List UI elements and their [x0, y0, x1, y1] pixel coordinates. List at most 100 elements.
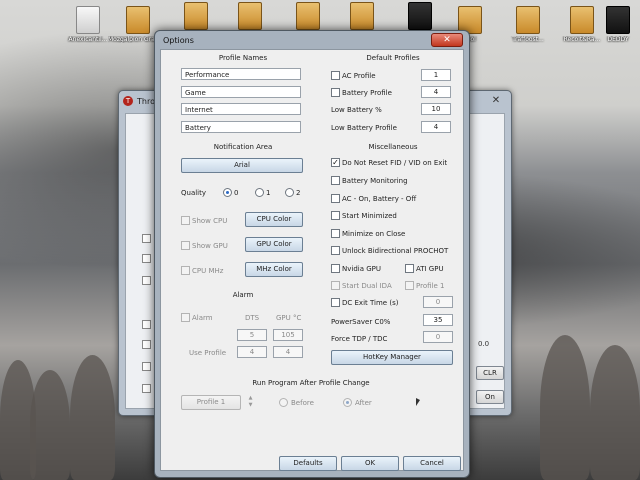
ac-profile-label: AC Profile	[342, 72, 376, 80]
dts-column-label: DTS	[245, 314, 260, 322]
checkbox[interactable]	[142, 384, 151, 393]
start-dual-ida-checkbox[interactable]	[331, 281, 340, 290]
low-battery-profile-label: Low Battery Profile	[331, 124, 397, 132]
document-icon	[76, 6, 100, 34]
powersaver-value[interactable]: 35	[423, 314, 453, 326]
start-minimized-checkbox[interactable]	[331, 211, 340, 220]
battery-profile-label: Battery Profile	[342, 89, 392, 97]
close-icon[interactable]: ✕	[431, 33, 463, 47]
use-profile-gpu-value[interactable]: 4	[273, 346, 303, 358]
cpu-mhz-label: CPU MHz	[192, 267, 224, 275]
miscellaneous-header: Miscellaneous	[368, 143, 418, 151]
ac-on-battery-off-label: AC - On, Battery - Off	[342, 195, 417, 203]
checkbox[interactable]	[142, 234, 151, 243]
clr-button[interactable]: CLR	[476, 366, 504, 380]
throttlestop-app-icon: T	[123, 96, 133, 106]
profile-name-field[interactable]: Performance	[181, 68, 301, 80]
wallpaper-figure	[540, 335, 590, 480]
folder-icon	[296, 2, 320, 30]
low-battery-percent-value[interactable]: 10	[421, 103, 451, 115]
checkbox[interactable]	[142, 320, 151, 329]
font-button[interactable]: Arial	[181, 158, 303, 173]
dialog-client-area: Profile Names Performance Game Internet …	[160, 49, 464, 471]
battery-monitoring-checkbox[interactable]	[331, 176, 340, 185]
mouse-cursor-icon	[416, 398, 420, 406]
run-program-profile-button[interactable]: Profile 1	[181, 395, 241, 410]
minimize-on-close-label: Minimize on Close	[342, 230, 406, 238]
profile-names-header: Profile Names	[218, 54, 268, 62]
low-battery-profile-value[interactable]: 4	[421, 121, 451, 133]
cpu-mhz-checkbox[interactable]	[181, 266, 190, 275]
unlock-prochot-label: Unlock Bidirectional PROCHOT	[342, 247, 449, 255]
gpu-column-label: GPU °C	[276, 314, 302, 322]
show-gpu-checkbox[interactable]	[181, 241, 190, 250]
desktop-icon[interactable]	[220, 2, 280, 32]
minimize-on-close-checkbox[interactable]	[331, 229, 340, 238]
folder-icon	[350, 2, 374, 30]
unlock-prochot-checkbox[interactable]	[331, 246, 340, 255]
profile-spinner[interactable]: ▲ ▼	[247, 395, 254, 409]
ok-button[interactable]: OK	[341, 456, 399, 471]
profile-name-field[interactable]: Battery	[181, 121, 301, 133]
before-radio[interactable]	[279, 398, 288, 407]
wallpaper-figure	[70, 355, 115, 480]
alarm-dts-value[interactable]: 5	[237, 329, 267, 341]
gpu-color-button[interactable]: GPU Color	[245, 237, 303, 252]
readout-value: 0.0	[478, 340, 490, 348]
desktop-icon[interactable]	[332, 2, 392, 32]
ac-profile-value[interactable]: 1	[421, 69, 451, 81]
quality-option-label: 1	[266, 189, 271, 197]
checkbox[interactable]	[142, 276, 151, 285]
on-button[interactable]: On	[476, 390, 504, 404]
close-icon[interactable]: ✕	[487, 95, 505, 107]
cpu-color-button[interactable]: CPU Color	[245, 212, 303, 227]
quality-radio-0[interactable]	[223, 188, 232, 197]
profile-name-field[interactable]: Game	[181, 86, 301, 98]
mhz-color-button[interactable]: MHz Color	[245, 262, 303, 277]
alarm-gpu-value[interactable]: 105	[273, 329, 303, 341]
use-profile-dts-value[interactable]: 4	[237, 346, 267, 358]
default-profiles-header: Default Profiles	[366, 54, 420, 62]
application-icon	[606, 6, 630, 34]
after-label: After	[355, 399, 372, 407]
desktop-icon[interactable]: Traffoost...	[498, 6, 558, 43]
hotkey-manager-button[interactable]: HotKey Manager	[331, 350, 453, 365]
cancel-button[interactable]: Cancel	[403, 456, 461, 471]
quality-radio-1[interactable]	[255, 188, 264, 197]
ac-on-battery-off-checkbox[interactable]	[331, 194, 340, 203]
dc-exit-time-checkbox[interactable]	[331, 298, 340, 307]
run-program-header: Run Program After Profile Change	[252, 379, 370, 387]
desktop-icon[interactable]: DEDDY	[596, 6, 640, 43]
use-profile-label: Use Profile	[189, 349, 227, 357]
checkbox[interactable]	[142, 254, 151, 263]
ati-gpu-checkbox[interactable]	[405, 264, 414, 273]
folder-icon	[126, 6, 150, 34]
force-tdp-value[interactable]: 0	[423, 331, 453, 343]
after-radio[interactable]	[343, 398, 352, 407]
nvidia-gpu-label: Nvidia GPU	[342, 265, 381, 273]
profile-1-checkbox[interactable]	[405, 281, 414, 290]
quality-radio-2[interactable]	[285, 188, 294, 197]
alarm-checkbox[interactable]	[181, 313, 190, 322]
ac-profile-checkbox[interactable]	[331, 71, 340, 80]
nvidia-gpu-checkbox[interactable]	[331, 264, 340, 273]
desktop-icon[interactable]	[166, 2, 226, 32]
dc-exit-time-value[interactable]: 0	[423, 296, 453, 308]
quality-option-label: 2	[296, 189, 301, 197]
start-dual-ida-label: Start Dual IDA	[342, 282, 392, 290]
checkbox[interactable]	[142, 340, 151, 349]
battery-profile-checkbox[interactable]	[331, 88, 340, 97]
profile-name-field[interactable]: Internet	[181, 103, 301, 115]
checkbox[interactable]	[142, 362, 151, 371]
wallpaper-figure	[30, 370, 70, 480]
options-dialog[interactable]: Options ✕ Profile Names Performance Game…	[154, 30, 470, 478]
start-minimized-label: Start Minimized	[342, 212, 397, 220]
battery-monitoring-label: Battery Monitoring	[342, 177, 408, 185]
battery-profile-value[interactable]: 4	[421, 86, 451, 98]
defaults-button[interactable]: Defaults	[279, 456, 337, 471]
desktop-icon[interactable]	[278, 2, 338, 32]
do-not-reset-checkbox[interactable]: ✓	[331, 158, 340, 167]
show-cpu-checkbox[interactable]	[181, 216, 190, 225]
show-gpu-label: Show GPU	[192, 242, 228, 250]
alarm-label: Alarm	[192, 314, 213, 322]
